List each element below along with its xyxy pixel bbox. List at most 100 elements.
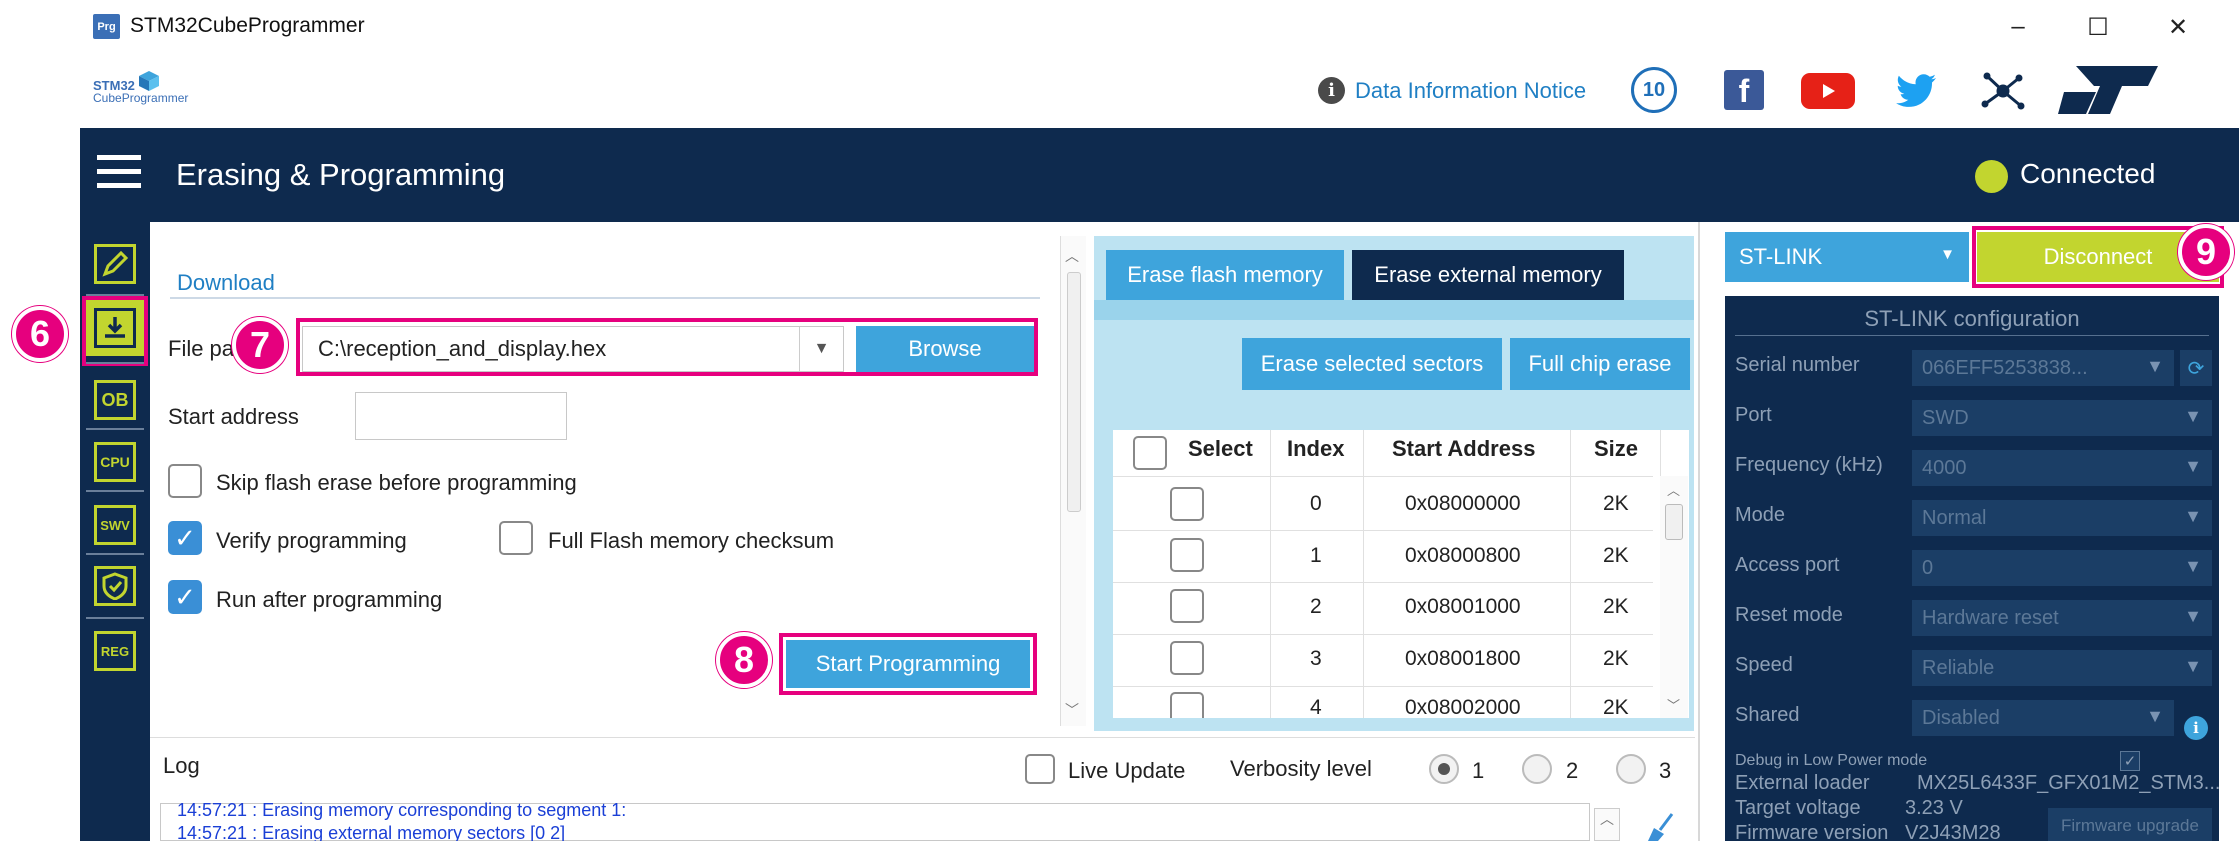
info-icon: i [1318,77,1345,104]
nav-memory-edit[interactable] [86,236,144,292]
scroll-down-icon[interactable]: ﹀ [1065,700,1079,720]
file-path-highlight [296,318,1038,376]
column-header-select: Select [1188,436,1253,461]
logo-line-2: CubeProgrammer [93,91,189,105]
probe-select-value: ST-LINK [1739,244,1823,269]
close-button[interactable]: ✕ [2148,8,2208,46]
sector-size: 2K [1603,696,1629,719]
sector-size: 2K [1603,544,1629,567]
dropdown-caret-icon: ▼ [1940,246,1955,263]
frequency-select[interactable]: 4000 ▼ [1912,450,2212,486]
serial-number-value: 066EFF5253838... [1922,356,2088,379]
verbosity-radio-1[interactable] [1429,754,1459,784]
section-divider [170,297,1040,299]
scroll-down-icon[interactable]: ﹀ [1667,695,1680,714]
minimize-button[interactable]: – [1988,8,2048,46]
hamburger-menu-icon[interactable] [97,155,141,191]
sector-checkbox[interactable] [1170,589,1204,623]
title-bar [80,0,2239,56]
log-scroll-up-icon[interactable]: ︿ [1594,808,1620,841]
skip-flash-erase-checkbox[interactable] [168,464,202,498]
reset-mode-select[interactable]: Hardware reset ▼ [1912,600,2212,636]
nav-registers[interactable]: REG [86,623,144,679]
shared-info-icon[interactable]: i [2184,716,2208,740]
verbosity-level-1: 1 [1472,758,1485,783]
live-update-checkbox[interactable] [1025,754,1055,784]
sector-address: 0x08000800 [1405,544,1521,567]
mode-select[interactable]: Normal ▼ [1912,500,2212,536]
verify-programming-checkbox[interactable]: ✓ [168,521,202,555]
firmware-upgrade-button[interactable]: Firmware upgrade [2048,808,2212,841]
nav-swv[interactable]: SWV [86,497,144,553]
shared-label: Shared [1735,704,1800,726]
scroll-thumb[interactable] [1665,504,1683,540]
verbosity-radio-3[interactable] [1616,754,1646,784]
tab-erase-external[interactable]: Erase external memory [1352,250,1624,300]
firmware-version-value: V2J43M28 [1905,822,2001,841]
verbosity-radio-2[interactable] [1522,754,1552,784]
port-label: Port [1735,404,1772,426]
mode-value: Normal [1922,506,1987,529]
erase-selected-sectors-button[interactable]: Erase selected sectors [1242,338,1502,390]
facebook-icon[interactable]: f [1724,70,1764,110]
sector-checkbox[interactable] [1170,692,1204,718]
nav-security[interactable] [86,558,144,614]
scroll-thumb[interactable] [1067,272,1081,512]
shared-select[interactable]: Disabled ▼ [1912,700,2174,736]
sectors-scrollbar[interactable]: ︿ ﹀ [1660,476,1688,718]
run-after-programming-checkbox[interactable]: ✓ [168,580,202,614]
firmware-version-label: Firmware version [1735,822,1889,841]
anniversary-badge-icon: 10 [1631,67,1677,113]
access-port-label: Access port [1735,554,1840,576]
start-address-label: Start address [168,404,299,429]
sector-size: 2K [1603,595,1629,618]
swv-icon: SWV [94,505,136,545]
sector-address: 0x08001800 [1405,647,1521,670]
debug-low-power-checkbox[interactable]: ✓ [2120,751,2140,771]
sector-checkbox[interactable] [1170,641,1204,675]
cpu-icon: CPU [94,442,136,482]
scroll-up-icon[interactable]: ︿ [1667,480,1680,499]
port-select[interactable]: SWD ▼ [1912,400,2212,436]
sector-checkbox[interactable] [1170,538,1204,572]
data-notice-label: Data Information Notice [1355,77,1587,103]
reset-mode-label: Reset mode [1735,604,1843,626]
twitter-icon[interactable] [1896,72,1938,110]
network-icon[interactable] [1981,70,2025,112]
serial-number-select[interactable]: 066EFF5253838... ▼ [1912,350,2174,386]
tab-erase-flash[interactable]: Erase flash memory [1106,250,1344,300]
edit-icon [94,244,136,284]
window-title: STM32CubeProgrammer [130,14,365,37]
maximize-button[interactable]: ☐ [2068,8,2128,46]
nav-cpu[interactable]: CPU [86,434,144,490]
select-all-checkbox[interactable] [1133,436,1167,470]
mode-label: Mode [1735,504,1786,526]
download-section-title: Download [177,270,275,295]
frequency-label: Frequency (kHz) [1735,454,1883,476]
data-notice-link[interactable]: i Data Information Notice [1318,77,1586,104]
youtube-icon[interactable] [1801,73,1855,109]
column-header-size: Size [1594,436,1639,461]
nav-option-bytes[interactable]: OB [86,372,144,428]
port-value: SWD [1922,406,1969,429]
app-icon: Prg [93,14,120,39]
sector-index: 3 [1310,647,1322,670]
callout-9: 9 [2178,224,2234,280]
run-after-programming-label: Run after programming [216,587,443,612]
clear-log-brush-icon[interactable] [1642,812,1678,841]
start-address-input[interactable] [355,392,567,440]
full-checksum-checkbox[interactable] [499,521,533,555]
speed-select[interactable]: Reliable ▼ [1912,650,2212,686]
full-chip-erase-button[interactable]: Full chip erase [1510,338,1690,390]
download-scrollbar[interactable]: ︿ ﹀ [1060,236,1086,726]
access-port-select[interactable]: 0 ▼ [1912,550,2212,586]
verify-programming-label: Verify programming [216,528,407,553]
sector-checkbox[interactable] [1170,487,1204,521]
tab-underline [1094,300,1694,320]
probe-select[interactable]: ST-LINK ▼ [1725,232,1969,282]
scroll-up-icon[interactable]: ︿ [1065,246,1079,266]
live-update-label: Live Update [1068,758,1186,783]
refresh-icon[interactable]: ⟳ [2180,350,2212,386]
reg-icon: REG [94,631,136,671]
stlink-config-title: ST-LINK configuration [1864,306,2080,331]
